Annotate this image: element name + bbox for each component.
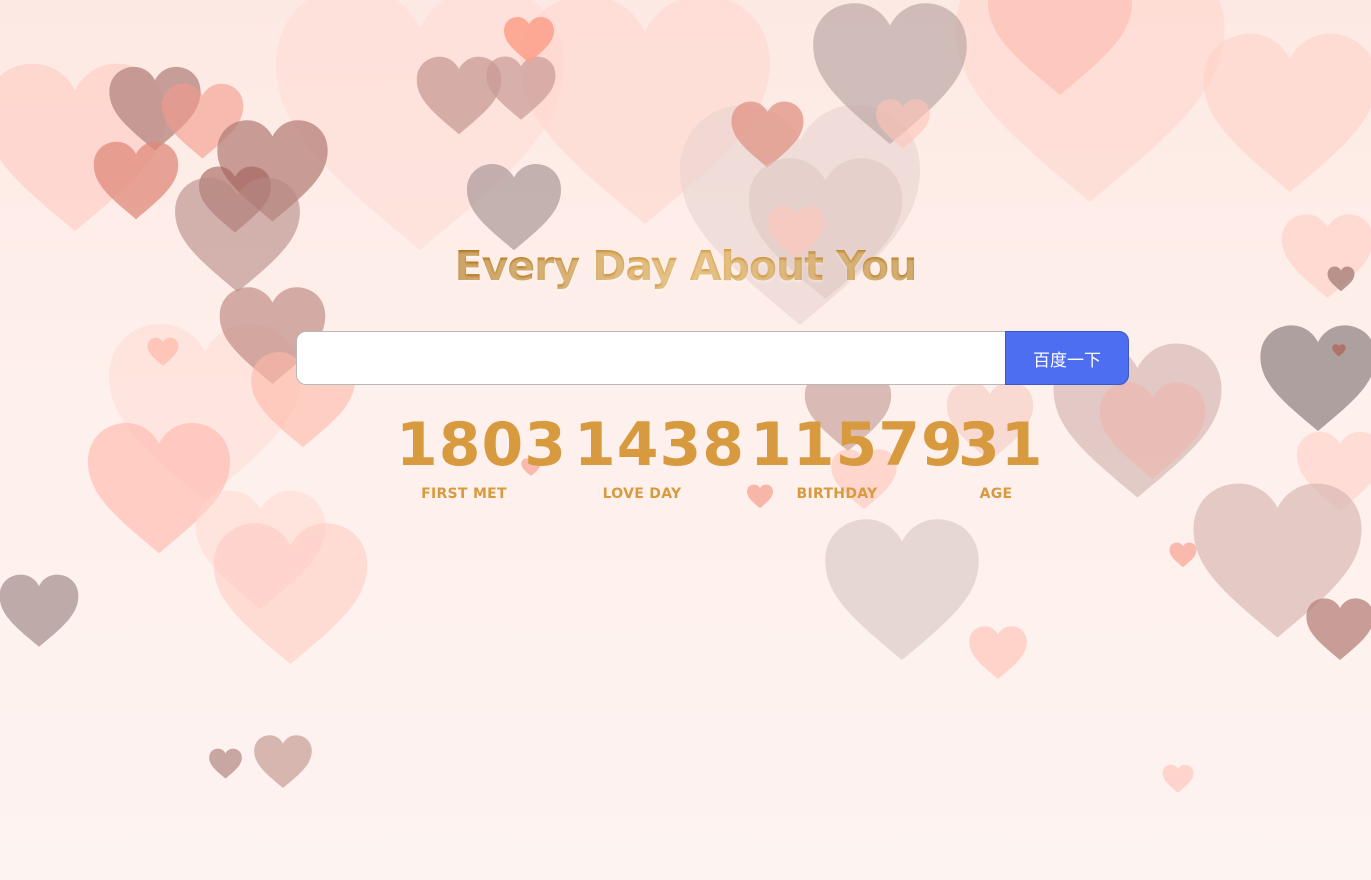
stat-label: FIRST MET: [421, 486, 507, 502]
stat-label: BIRTHDAY: [796, 486, 878, 502]
stat-value: 1438: [574, 410, 745, 480]
search-input[interactable]: [296, 331, 1005, 385]
stat-value: 11579: [750, 410, 964, 480]
page-title: Every Day About You: [0, 242, 1371, 290]
stats-row: 1803 FIRST MET 1438 LOVE DAY 11579 BIRTH…: [0, 410, 1371, 510]
search-form: 百度一下: [296, 331, 1129, 385]
main-content: Every Day About You 百度一下 1803 FIRST MET …: [0, 0, 1371, 880]
stat-label: AGE: [979, 486, 1013, 502]
stat-age: 31 AGE: [958, 410, 1044, 502]
stat-value: 31: [958, 410, 1044, 480]
stat-love-day: 1438 LOVE DAY: [574, 410, 745, 502]
stat-first-met: 1803 FIRST MET: [396, 410, 567, 502]
stat-birthday: 11579 BIRTHDAY: [750, 410, 964, 502]
stat-label: LOVE DAY: [602, 486, 682, 502]
search-button[interactable]: 百度一下: [1005, 331, 1129, 385]
stat-value: 1803: [396, 410, 567, 480]
